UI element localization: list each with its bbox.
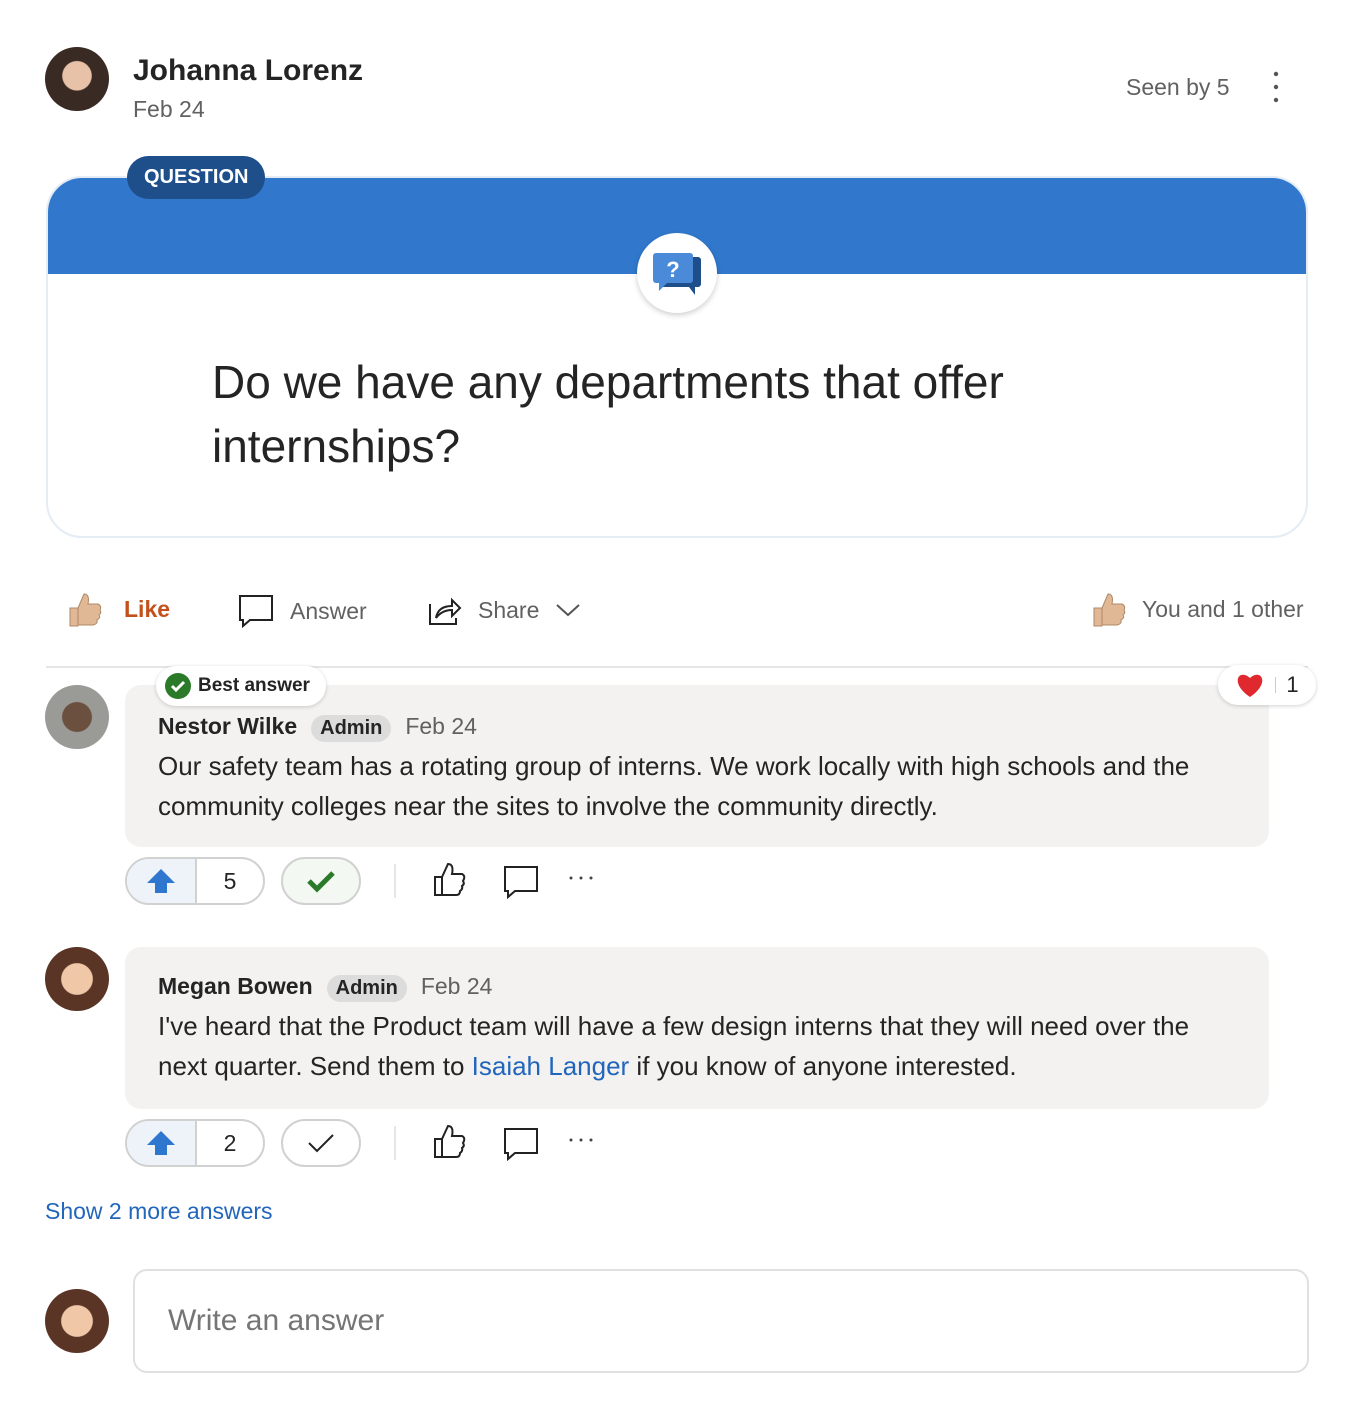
like-answer-icon[interactable]: [433, 861, 469, 902]
show-more-answers-link[interactable]: Show 2 more answers: [45, 1198, 273, 1225]
arrow-up-icon: [147, 1131, 175, 1155]
answer-input[interactable]: [133, 1269, 1309, 1373]
comment-icon: [239, 595, 273, 628]
question-badge: QUESTION: [127, 156, 266, 199]
arrow-up-icon: [147, 869, 175, 893]
checkmark-icon: [308, 1134, 334, 1153]
likes-summary-text: You and 1 other: [1142, 595, 1304, 622]
answer-author[interactable]: Nestor Wilke: [158, 713, 297, 739]
best-answer-badge: Best answer: [156, 666, 326, 706]
likes-summary[interactable]: You and 1 other: [1090, 590, 1304, 628]
answer-avatar[interactable]: [45, 685, 109, 749]
role-badge: Admin: [326, 975, 407, 1002]
more-options-icon[interactable]: [1266, 70, 1286, 104]
question-text: Do we have any departments that offer in…: [212, 356, 1004, 472]
check-circle-icon: [165, 673, 191, 699]
role-badge: Admin: [311, 715, 392, 742]
answer-date: Feb 24: [420, 973, 493, 999]
heart-icon: [1238, 674, 1263, 697]
divider: [394, 864, 396, 898]
thumbs-up-icon: [69, 593, 102, 627]
author-avatar[interactable]: [45, 47, 109, 111]
seen-by[interactable]: Seen by 5: [1126, 74, 1230, 101]
svg-text:?: ?: [666, 257, 679, 282]
post-date: Feb 24: [133, 96, 205, 122]
upvote-button[interactable]: 5: [125, 857, 265, 905]
mention-link[interactable]: Isaiah Langer: [472, 1051, 630, 1081]
reaction-pill[interactable]: 1: [1218, 665, 1316, 705]
answer-date: Feb 24: [405, 713, 477, 739]
like-button[interactable]: Like: [66, 590, 170, 628]
post-author[interactable]: Johanna Lorenz: [133, 54, 363, 88]
like-answer-icon[interactable]: [433, 1123, 469, 1164]
reply-icon[interactable]: [503, 1127, 539, 1166]
best-answer-label: Best answer: [198, 675, 310, 696]
answer-bubble: Megan Bowen Admin Feb 24 I've heard that t…: [125, 947, 1269, 1109]
accept-answer-button[interactable]: [281, 1119, 361, 1167]
answer-button[interactable]: Answer: [238, 594, 367, 628]
share-button[interactable]: Share: [428, 594, 581, 626]
reaction-count: 1: [1286, 672, 1299, 697]
more-icon[interactable]: [568, 1130, 596, 1155]
chevron-down-icon: [556, 604, 581, 617]
share-icon: [429, 597, 462, 625]
accept-answer-button[interactable]: [281, 857, 361, 905]
answer-text-part: if you know of anyone interested.: [629, 1051, 1017, 1081]
more-icon[interactable]: [568, 868, 596, 893]
share-label: Share: [478, 596, 540, 623]
reply-icon[interactable]: [503, 865, 539, 904]
answer-author[interactable]: Megan Bowen: [158, 973, 313, 999]
question-icon: ?: [637, 233, 717, 313]
like-label: Like: [124, 595, 171, 622]
divider: [394, 1126, 396, 1160]
vote-count: 5: [223, 867, 237, 894]
upvote-button[interactable]: 2: [125, 1119, 265, 1167]
answer-text: Our safety team has a rotating group of …: [158, 751, 1190, 821]
answer-label: Answer: [290, 597, 367, 624]
answer-text: I've heard that the Product team will ha…: [158, 1006, 1236, 1086]
thumbs-up-icon: [1093, 593, 1126, 627]
vote-count: 2: [223, 1129, 237, 1156]
answer-avatar[interactable]: [45, 947, 109, 1011]
checkmark-icon: [307, 871, 335, 893]
answer-bubble: Nestor Wilke Admin Feb 24 Our safety team …: [125, 685, 1269, 847]
current-user-avatar: [45, 1289, 109, 1353]
